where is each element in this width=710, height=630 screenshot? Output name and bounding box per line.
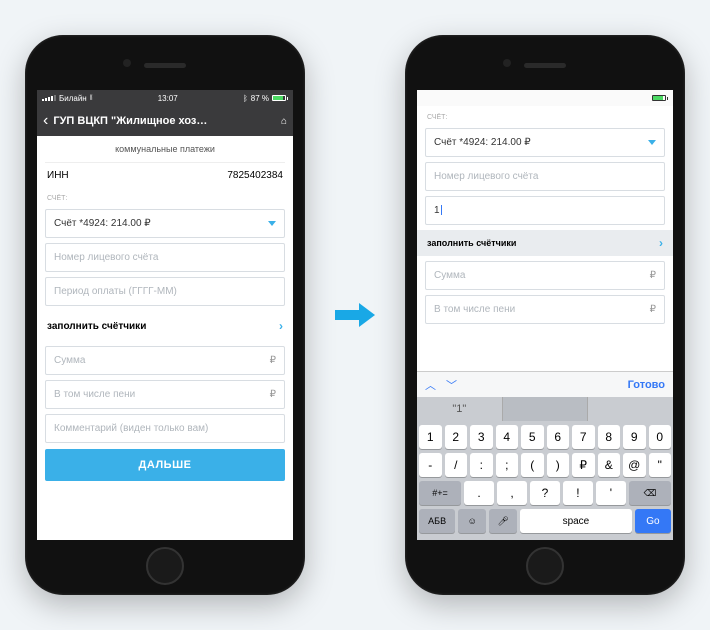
meters-link[interactable]: заполнить счётчики › xyxy=(417,230,673,256)
key-2[interactable]: 2 xyxy=(445,425,468,449)
chevron-down-icon xyxy=(268,221,276,226)
key-,[interactable]: , xyxy=(497,481,527,505)
keyboard-accessory: ︿ ﹀ Готово xyxy=(417,371,673,397)
key-?[interactable]: ? xyxy=(530,481,560,505)
account-select[interactable]: Счёт *4924: 214.00 ₽ xyxy=(425,128,665,157)
suggestion-item[interactable] xyxy=(588,397,673,421)
key-"[interactable]: " xyxy=(649,453,672,477)
chevron-down-icon xyxy=(648,140,656,145)
key-7[interactable]: 7 xyxy=(572,425,595,449)
fine-input[interactable]: В том числе пени ₽ xyxy=(425,295,665,324)
chevron-right-icon: › xyxy=(279,319,283,333)
comment-input[interactable]: Комментарий (виден только вам) xyxy=(45,414,285,443)
battery-pct: 87 % xyxy=(251,94,269,103)
key-1[interactable]: 1 xyxy=(419,425,442,449)
meters-link[interactable]: заполнить счётчики › xyxy=(45,311,285,341)
abc-key[interactable]: АБВ xyxy=(419,509,455,533)
inn-value: 7825402384 xyxy=(227,170,283,181)
key-9[interactable]: 9 xyxy=(623,425,646,449)
period-input[interactable]: Период оплаты (ГГГГ-MM) xyxy=(45,277,285,306)
next-field-icon[interactable]: ﹀ xyxy=(446,377,457,393)
key-3[interactable]: 3 xyxy=(470,425,493,449)
phone-left: Билайн ⧛ 13:07 ᛒ 87 % ‹ ГУП ВЦКП "Жилищн… xyxy=(25,35,305,595)
key-8[interactable]: 8 xyxy=(598,425,621,449)
wifi-icon: ⧛ xyxy=(90,93,93,103)
account-select[interactable]: Счёт *4924: 214.00 ₽ xyxy=(45,209,285,238)
personal-account-input[interactable]: Номер лицевого счёта xyxy=(425,162,665,191)
section-header: коммунальные платежи xyxy=(45,136,285,163)
fine-input[interactable]: В том числе пени ₽ xyxy=(45,380,285,409)
inn-label: ИНН xyxy=(47,170,69,181)
key-![interactable]: ! xyxy=(563,481,593,505)
key-&[interactable]: & xyxy=(598,453,621,477)
currency-label: ₽ xyxy=(650,270,656,281)
battery-icon xyxy=(652,95,668,101)
signal-icon xyxy=(42,95,56,101)
account-value: Счёт *4924: 214.00 ₽ xyxy=(434,137,531,148)
key--[interactable]: - xyxy=(419,453,442,477)
amount-input[interactable]: Сумма ₽ xyxy=(425,261,665,290)
next-button[interactable]: ДАЛЬШЕ xyxy=(45,449,285,481)
page-title: ГУП ВЦКП "Жилищное хоз… xyxy=(53,115,276,127)
period-input[interactable]: 1 xyxy=(425,196,665,225)
account-value: Счёт *4924: 214.00 ₽ xyxy=(54,218,151,229)
key-₽[interactable]: ₽ xyxy=(572,453,595,477)
suggestion-item[interactable] xyxy=(502,397,589,421)
suggestion-bar: "1" xyxy=(417,397,673,421)
status-bar: Билайн ⧛ 13:07 ᛒ 87 % xyxy=(37,90,293,106)
currency-label: ₽ xyxy=(270,389,276,400)
account-label: СЧЁТ: xyxy=(45,189,285,204)
key-;[interactable]: ; xyxy=(496,453,519,477)
key-.[interactable]: . xyxy=(464,481,494,505)
phone-right: СЧЁТ: Счёт *4924: 214.00 ₽ Номер лицевог… xyxy=(405,35,685,595)
home-button[interactable] xyxy=(526,547,564,585)
currency-label: ₽ xyxy=(650,304,656,315)
key-4[interactable]: 4 xyxy=(496,425,519,449)
prev-field-icon[interactable]: ︿ xyxy=(425,377,436,393)
go-key[interactable]: Go xyxy=(635,509,671,533)
personal-account-input[interactable]: Номер лицевого счёта xyxy=(45,243,285,272)
mic-key[interactable]: 🎤︎ xyxy=(489,509,517,533)
keyboard: 1234567890 -/:;()₽&@" #+= .,?!' ⌫ АБВ ☺ … xyxy=(417,421,673,540)
key-)[interactable]: ) xyxy=(547,453,570,477)
key-:[interactable]: : xyxy=(470,453,493,477)
arrow-icon xyxy=(335,300,375,330)
home-button[interactable] xyxy=(146,547,184,585)
key-0[interactable]: 0 xyxy=(649,425,672,449)
bluetooth-icon: ᛒ xyxy=(243,94,248,103)
key-/[interactable]: / xyxy=(445,453,468,477)
currency-label: ₽ xyxy=(270,355,276,366)
key-6[interactable]: 6 xyxy=(547,425,570,449)
status-time: 13:07 xyxy=(158,94,178,103)
key-5[interactable]: 5 xyxy=(521,425,544,449)
amount-input[interactable]: Сумма ₽ xyxy=(45,346,285,375)
nav-bar: ‹ ГУП ВЦКП "Жилищное хоз… ⌂ xyxy=(37,106,293,136)
home-icon[interactable]: ⌂ xyxy=(281,116,287,127)
back-icon[interactable]: ‹ xyxy=(43,112,48,130)
chevron-right-icon: › xyxy=(659,236,663,250)
carrier-label: Билайн xyxy=(59,94,87,103)
emoji-key[interactable]: ☺ xyxy=(458,509,486,533)
symbols-key[interactable]: #+= xyxy=(419,481,461,505)
battery-icon xyxy=(272,95,288,101)
key-@[interactable]: @ xyxy=(623,453,646,477)
key-'[interactable]: ' xyxy=(596,481,626,505)
account-label: СЧЁТ: xyxy=(425,108,665,123)
key-([interactable]: ( xyxy=(521,453,544,477)
status-bar xyxy=(417,90,673,106)
space-key[interactable]: space xyxy=(520,509,632,533)
suggestion-item[interactable]: "1" xyxy=(417,397,502,421)
backspace-key[interactable]: ⌫ xyxy=(629,481,671,505)
done-button[interactable]: Готово xyxy=(628,379,665,391)
